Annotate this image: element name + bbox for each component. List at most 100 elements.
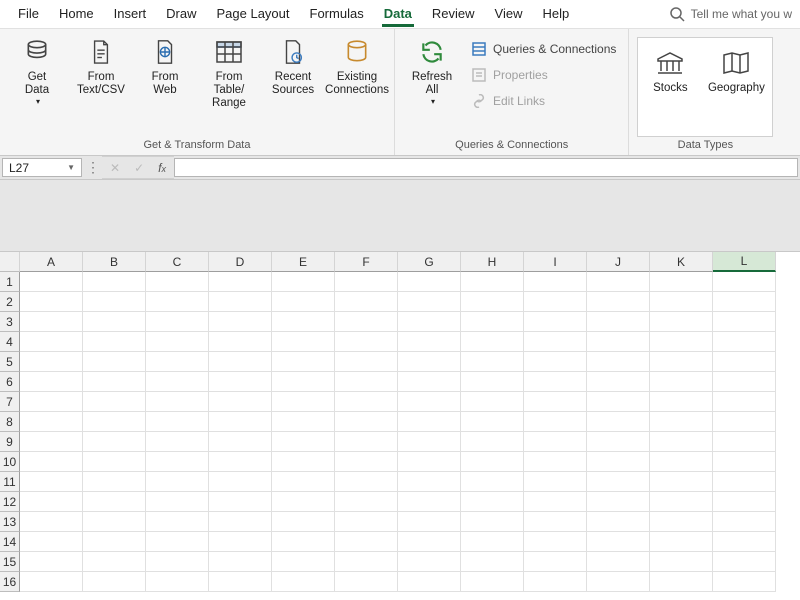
cell-L6[interactable] [713,372,776,392]
cell-J15[interactable] [587,552,650,572]
row-header-10[interactable]: 10 [0,452,20,472]
cell-C6[interactable] [146,372,209,392]
row-header-11[interactable]: 11 [0,472,20,492]
cell-B7[interactable] [83,392,146,412]
cell-D9[interactable] [209,432,272,452]
cell-D7[interactable] [209,392,272,412]
cell-H12[interactable] [461,492,524,512]
cell-H13[interactable] [461,512,524,532]
cell-G3[interactable] [398,312,461,332]
col-header-G[interactable]: G [398,252,461,272]
col-header-I[interactable]: I [524,252,587,272]
cell-I8[interactable] [524,412,587,432]
cell-G2[interactable] [398,292,461,312]
cell-B12[interactable] [83,492,146,512]
cell-D15[interactable] [209,552,272,572]
cell-A2[interactable] [20,292,83,312]
cell-B14[interactable] [83,532,146,552]
cell-D14[interactable] [209,532,272,552]
select-all-corner[interactable] [0,252,20,272]
cell-E7[interactable] [272,392,335,412]
cell-L12[interactable] [713,492,776,512]
cell-E8[interactable] [272,412,335,432]
cell-I11[interactable] [524,472,587,492]
cell-A12[interactable] [20,492,83,512]
cell-G14[interactable] [398,532,461,552]
cell-C13[interactable] [146,512,209,532]
cell-G7[interactable] [398,392,461,412]
cancel-icon[interactable]: ✕ [110,161,120,175]
cell-L8[interactable] [713,412,776,432]
cell-D1[interactable] [209,272,272,292]
cell-L4[interactable] [713,332,776,352]
cell-D10[interactable] [209,452,272,472]
cell-I9[interactable] [524,432,587,452]
get-data-button[interactable]: Get Data▾ [8,33,66,110]
cell-E9[interactable] [272,432,335,452]
cell-I2[interactable] [524,292,587,312]
cell-B3[interactable] [83,312,146,332]
cell-C9[interactable] [146,432,209,452]
cell-G13[interactable] [398,512,461,532]
cell-B8[interactable] [83,412,146,432]
cell-F1[interactable] [335,272,398,292]
cell-I14[interactable] [524,532,587,552]
cell-A9[interactable] [20,432,83,452]
row-header-13[interactable]: 13 [0,512,20,532]
cell-A6[interactable] [20,372,83,392]
spreadsheet-grid[interactable]: ABCDEFGHIJKL12345678910111213141516 [0,252,800,592]
cell-L9[interactable] [713,432,776,452]
cell-L13[interactable] [713,512,776,532]
cell-J1[interactable] [587,272,650,292]
cell-L3[interactable] [713,312,776,332]
cell-F15[interactable] [335,552,398,572]
cell-J8[interactable] [587,412,650,432]
cell-B5[interactable] [83,352,146,372]
cell-F4[interactable] [335,332,398,352]
cell-H1[interactable] [461,272,524,292]
cell-L14[interactable] [713,532,776,552]
cell-I3[interactable] [524,312,587,332]
cell-F11[interactable] [335,472,398,492]
row-header-16[interactable]: 16 [0,572,20,592]
cell-J3[interactable] [587,312,650,332]
cell-H2[interactable] [461,292,524,312]
col-header-H[interactable]: H [461,252,524,272]
cell-A16[interactable] [20,572,83,592]
cell-E11[interactable] [272,472,335,492]
cell-J11[interactable] [587,472,650,492]
cell-K11[interactable] [650,472,713,492]
cell-D5[interactable] [209,352,272,372]
cell-F8[interactable] [335,412,398,432]
cell-L1[interactable] [713,272,776,292]
cell-C4[interactable] [146,332,209,352]
fx-icon[interactable]: fx [158,161,166,175]
cell-E12[interactable] [272,492,335,512]
row-header-1[interactable]: 1 [0,272,20,292]
cell-G12[interactable] [398,492,461,512]
cell-H7[interactable] [461,392,524,412]
cell-F5[interactable] [335,352,398,372]
cell-C11[interactable] [146,472,209,492]
cell-C8[interactable] [146,412,209,432]
cell-C16[interactable] [146,572,209,592]
cell-H8[interactable] [461,412,524,432]
cell-J14[interactable] [587,532,650,552]
cell-J16[interactable] [587,572,650,592]
cell-K14[interactable] [650,532,713,552]
cell-D4[interactable] [209,332,272,352]
cell-K1[interactable] [650,272,713,292]
cell-L16[interactable] [713,572,776,592]
cell-G6[interactable] [398,372,461,392]
row-header-3[interactable]: 3 [0,312,20,332]
cell-G10[interactable] [398,452,461,472]
cell-G8[interactable] [398,412,461,432]
cell-I16[interactable] [524,572,587,592]
cell-J6[interactable] [587,372,650,392]
cell-B11[interactable] [83,472,146,492]
cell-H3[interactable] [461,312,524,332]
tab-help[interactable]: Help [532,2,579,27]
tab-insert[interactable]: Insert [104,2,157,27]
row-header-14[interactable]: 14 [0,532,20,552]
cell-B10[interactable] [83,452,146,472]
